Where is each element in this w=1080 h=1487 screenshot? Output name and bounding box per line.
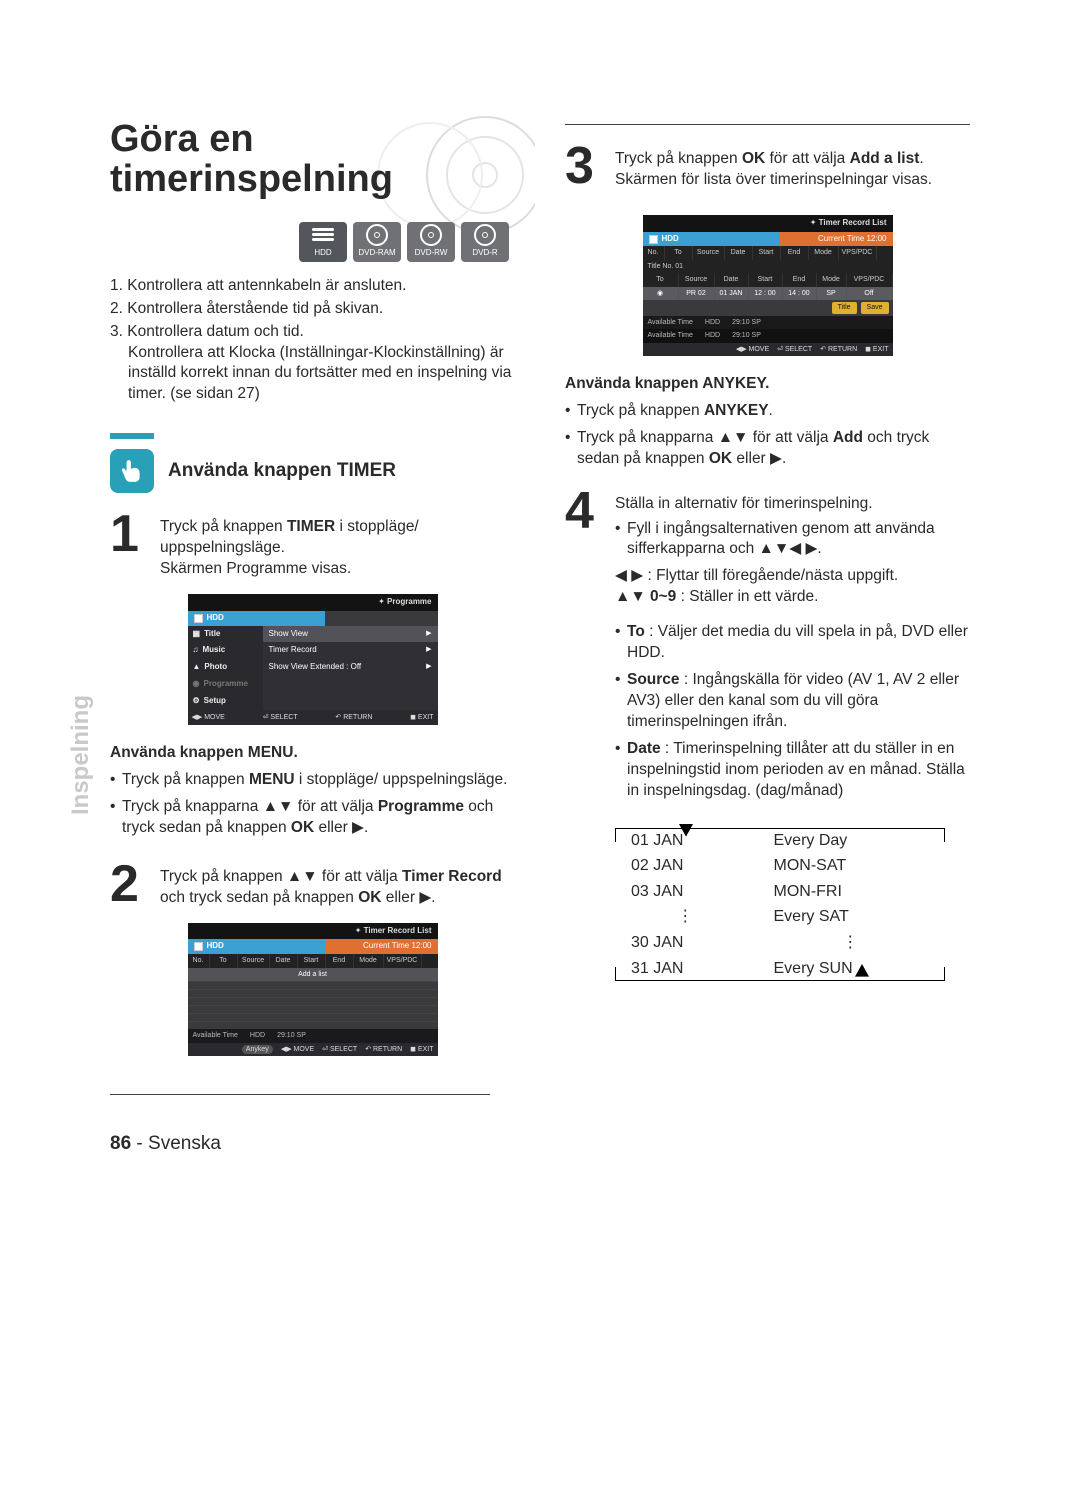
- step-4-number: 4: [565, 488, 605, 808]
- arrow-up-icon: [855, 964, 869, 985]
- page-title: Göra en timerinspelning: [110, 120, 515, 200]
- arrow-down-icon: [679, 824, 693, 845]
- hand-icon: [110, 449, 154, 493]
- title-block: Göra en timerinspelning: [110, 120, 515, 200]
- media-icons: HDD DVD-RAM DVD-RW DVD-R: [110, 222, 515, 262]
- section-title: Använda knappen TIMER: [168, 458, 396, 484]
- date-diagram: 01 JANEvery Day 02 JANMON-SAT 03 JANMON-…: [615, 828, 945, 982]
- side-tab-label: Inspelning: [65, 695, 97, 815]
- menu-subhead: Använda knappen MENU.: [110, 743, 515, 764]
- anykey-bullets: Tryck på knappen ANYKEY. Tryck på knappa…: [565, 401, 970, 470]
- osd-timer-record-filled: ✦ Timer Record List HDDCurrent Time 12:0…: [643, 215, 893, 356]
- step-3-number: 3: [565, 143, 605, 191]
- menu-bullets: Tryck på knappen MENU i stoppläge/ uppsp…: [110, 770, 515, 839]
- dvd-rw-icon: DVD-RW: [407, 222, 455, 262]
- top-rule: [565, 124, 970, 125]
- page-footer: 86 - Svenska: [110, 1131, 970, 1157]
- step-3: 3 Tryck på knappen OK för att välja Add …: [565, 143, 970, 191]
- hdd-icon: HDD: [299, 222, 347, 262]
- dvd-ram-icon: DVD-RAM: [353, 222, 401, 262]
- osd-timer-record-empty: ✦ Timer Record List HDDCurrent Time 12:0…: [188, 923, 438, 1056]
- accent-bar: [110, 433, 154, 439]
- anykey-subhead: Använda knappen ANYKEY.: [565, 374, 970, 395]
- step-4: 4 Ställa in alternativ för timerinspelni…: [565, 488, 970, 808]
- pre-checks: 1. Kontrollera att antennkabeln är anslu…: [110, 276, 515, 406]
- step-2-number: 2: [110, 861, 150, 909]
- step-1-number: 1: [110, 511, 150, 580]
- step-2: 2 Tryck på knappen ▲▼ för att välja Time…: [110, 861, 515, 909]
- dvd-r-icon: DVD-R: [461, 222, 509, 262]
- osd-programme: ✦ Programme HDD ▦TitleShow View ♫MusicTi…: [188, 594, 438, 725]
- step-1: 1 Tryck på knappen TIMER i stoppläge/ up…: [110, 511, 515, 580]
- footer-rule: [110, 1094, 490, 1095]
- section-header: Använda knappen TIMER: [110, 449, 515, 493]
